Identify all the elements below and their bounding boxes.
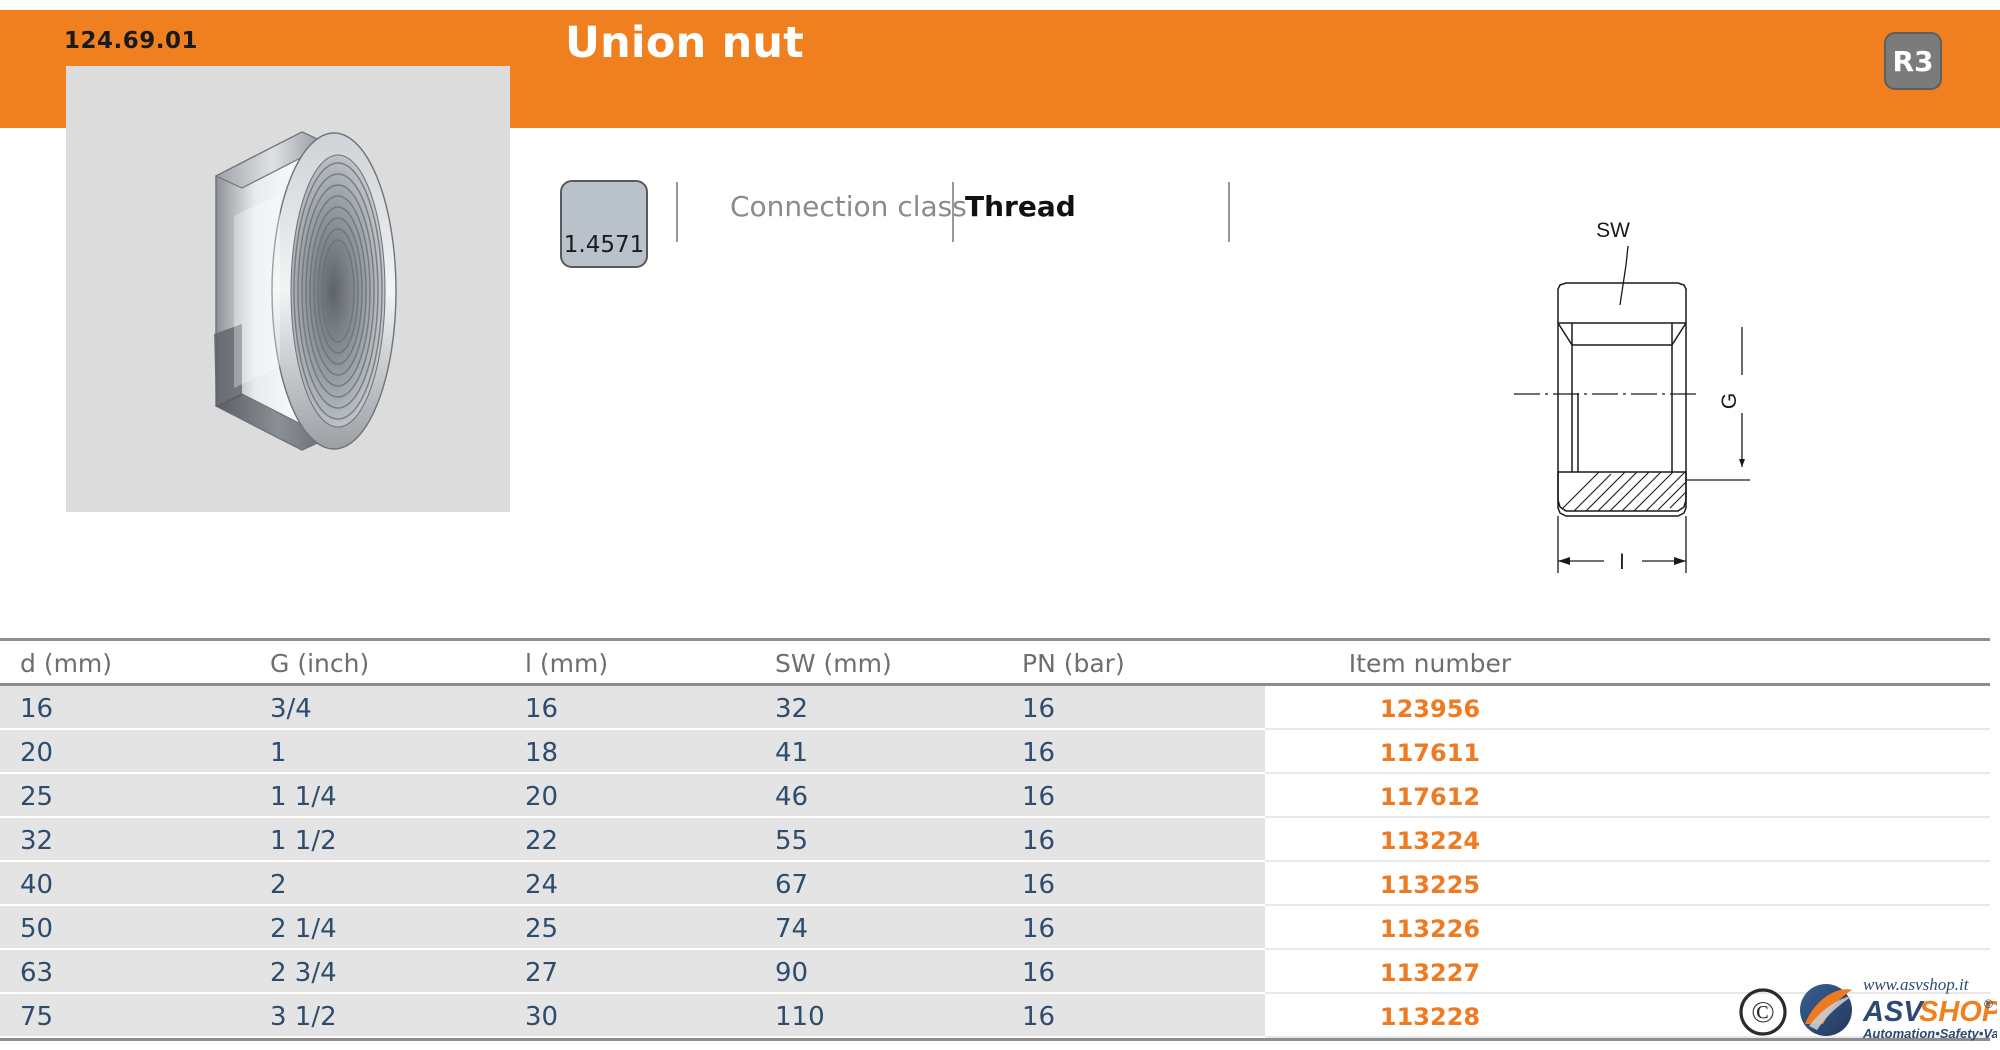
- cell-g: 1 1/2: [270, 826, 337, 856]
- cell-l: 27: [525, 958, 559, 988]
- cell-pn: 16: [1022, 870, 1056, 900]
- datasheet-page: 124.69.01 Union nut R3 1.4571 Connection…: [0, 0, 2000, 1050]
- row-band: [0, 730, 1265, 772]
- row-band: [0, 906, 1265, 948]
- rating-badge: R3: [1884, 32, 1942, 90]
- cell-item-number[interactable]: 123956: [1265, 695, 1595, 723]
- cell-l: 20: [525, 782, 559, 812]
- cell-item-number[interactable]: 113228: [1265, 1003, 1595, 1031]
- cell-item-number[interactable]: 113227: [1265, 959, 1595, 987]
- cell-sw: 41: [775, 738, 809, 768]
- table-row: 75 3 1/2 30 110 16 113228: [0, 994, 2000, 1038]
- row-band: [0, 686, 1265, 728]
- cell-d: 16: [20, 694, 54, 724]
- cell-sw: 90: [775, 958, 809, 988]
- cell-g: 3 1/2: [270, 1002, 337, 1032]
- cell-sw: 67: [775, 870, 809, 900]
- drawing-label-sw: SW: [1596, 219, 1630, 242]
- cell-pn: 16: [1022, 782, 1056, 812]
- cell-l: 18: [525, 738, 559, 768]
- spec-divider-2: [952, 182, 954, 242]
- cell-sw: 55: [775, 826, 809, 856]
- cell-item-number[interactable]: 113226: [1265, 915, 1595, 943]
- table-row: 16 3/4 16 32 16 123956: [0, 686, 2000, 730]
- copyright-symbol: ©: [1751, 994, 1775, 1029]
- cell-pn: 16: [1022, 694, 1056, 724]
- spec-divider-1: [676, 182, 678, 242]
- drawing-label-g: G: [1718, 393, 1741, 409]
- cell-d: 20: [20, 738, 54, 768]
- cell-sw: 74: [775, 914, 809, 944]
- connection-class-value: Thread: [965, 190, 1076, 223]
- table-bottom-rule: [0, 1038, 1990, 1041]
- cell-pn: 16: [1022, 1002, 1056, 1032]
- cell-pn: 16: [1022, 826, 1056, 856]
- row-band: [0, 862, 1265, 904]
- drawing-label-l: l: [1620, 551, 1625, 574]
- table-row: 32 1 1/2 22 55 16 113224: [0, 818, 2000, 862]
- table-row: 40 2 24 67 16 113225: [0, 862, 2000, 906]
- cell-item-number[interactable]: 117612: [1265, 783, 1595, 811]
- logo-website: www.asvshop.it: [1863, 975, 1970, 994]
- cell-g: 3/4: [270, 694, 312, 724]
- cell-item-number[interactable]: 113224: [1265, 827, 1595, 855]
- row-band: [0, 950, 1265, 992]
- cell-sw: 46: [775, 782, 809, 812]
- cell-g: 1 1/4: [270, 782, 337, 812]
- cell-pn: 16: [1022, 958, 1056, 988]
- table-row: 50 2 1/4 25 74 16 113226: [0, 906, 2000, 950]
- cell-pn: 16: [1022, 738, 1056, 768]
- registered-mark: ®: [1984, 997, 1993, 1011]
- cell-item-number[interactable]: 117611: [1265, 739, 1595, 767]
- cell-d: 40: [20, 870, 54, 900]
- cell-l: 22: [525, 826, 559, 856]
- cell-item-number[interactable]: 113225: [1265, 871, 1595, 899]
- column-header-pn: PN (bar): [1022, 649, 1125, 678]
- column-header-g: G (inch): [270, 649, 370, 678]
- cell-sw: 110: [775, 1002, 825, 1032]
- table-row: 63 2 3/4 27 90 16 113227: [0, 950, 2000, 994]
- cell-sw: 32: [775, 694, 809, 724]
- column-header-item: Item number: [1348, 649, 1512, 678]
- spec-divider-3: [1228, 182, 1230, 242]
- cell-g: 2 3/4: [270, 958, 337, 988]
- cell-g: 1: [270, 738, 287, 768]
- product-photo: [66, 66, 510, 512]
- cell-d: 63: [20, 958, 54, 988]
- material-badge: 1.4571: [560, 180, 648, 268]
- cell-g: 2: [270, 870, 287, 900]
- column-header-d: d (mm): [20, 649, 113, 678]
- row-band: [0, 774, 1265, 816]
- cell-d: 50: [20, 914, 54, 944]
- cell-d: 25: [20, 782, 54, 812]
- cell-d: 75: [20, 1002, 54, 1032]
- technical-drawing: SW G l: [1500, 195, 1920, 595]
- cell-l: 25: [525, 914, 559, 944]
- asv-shop-logo: © www.asvshop.it ASV SHOP ® Automation•S…: [1735, 968, 1997, 1046]
- cell-g: 2 1/4: [270, 914, 337, 944]
- part-code: 124.69.01: [64, 28, 198, 54]
- cell-l: 24: [525, 870, 559, 900]
- connection-class-label: Connection class: [730, 190, 967, 223]
- table-header-row: d (mm) G (inch) l (mm) SW (mm) PN (bar) …: [0, 641, 2000, 683]
- column-header-l: l (mm): [525, 649, 609, 678]
- column-header-sw: SW (mm): [775, 649, 892, 678]
- cell-d: 32: [20, 826, 54, 856]
- cell-pn: 16: [1022, 914, 1056, 944]
- table-row: 20 1 18 41 16 117611: [0, 730, 2000, 774]
- logo-tagline: Automation•Safety•Valves: [1862, 1026, 1997, 1041]
- row-band: [0, 818, 1265, 860]
- specification-table: d (mm) G (inch) l (mm) SW (mm) PN (bar) …: [0, 638, 2000, 1041]
- table-body: 16 3/4 16 32 16 123956 20 1 18 41 16 117611 25 1 1/4 2…: [0, 686, 2000, 1038]
- cell-l: 16: [525, 694, 559, 724]
- page-title: Union nut: [565, 18, 804, 68]
- cell-l: 30: [525, 1002, 559, 1032]
- logo-name-asv: ASV: [1862, 996, 1925, 1028]
- table-row: 25 1 1/4 20 46 16 117612: [0, 774, 2000, 818]
- row-band: [0, 994, 1265, 1036]
